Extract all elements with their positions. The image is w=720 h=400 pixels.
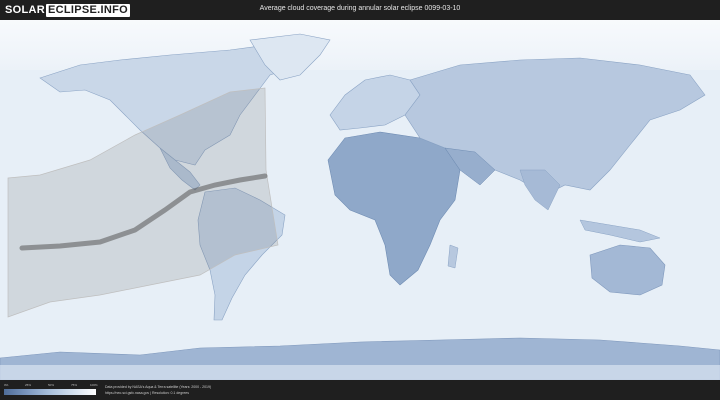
legend-tick: 25% — [25, 383, 32, 387]
site-logo[interactable]: SOLAR ECLIPSE.INFO — [5, 3, 130, 17]
data-source-line: https://neo.sci.gsfc.nasa.gov | Resoluti… — [105, 391, 189, 395]
footer-bar: 0% 25% 50% 75% 100% Data provided by NAS… — [0, 380, 720, 400]
legend-tick: 100% — [90, 383, 98, 387]
cloud-coverage-map — [0, 20, 720, 380]
legend-tick: 50% — [48, 383, 55, 387]
cloud-coverage-legend-bar — [4, 389, 96, 395]
southern-ice-band — [0, 365, 720, 380]
legend-tick: 0% — [4, 383, 9, 387]
world-map-svg — [0, 20, 720, 380]
map-title: Average cloud coverage during annular so… — [259, 5, 461, 12]
header-bar: SOLAR ECLIPSE.INFO Average cloud coverag… — [0, 0, 720, 20]
data-credit-line: Data provided by NASA's Aqua & Terra sat… — [105, 385, 212, 389]
legend-tick: 75% — [71, 383, 78, 387]
logo-text-solar: SOLAR — [5, 4, 45, 16]
logo-text-eclipse-info: ECLIPSE.INFO — [46, 3, 130, 17]
